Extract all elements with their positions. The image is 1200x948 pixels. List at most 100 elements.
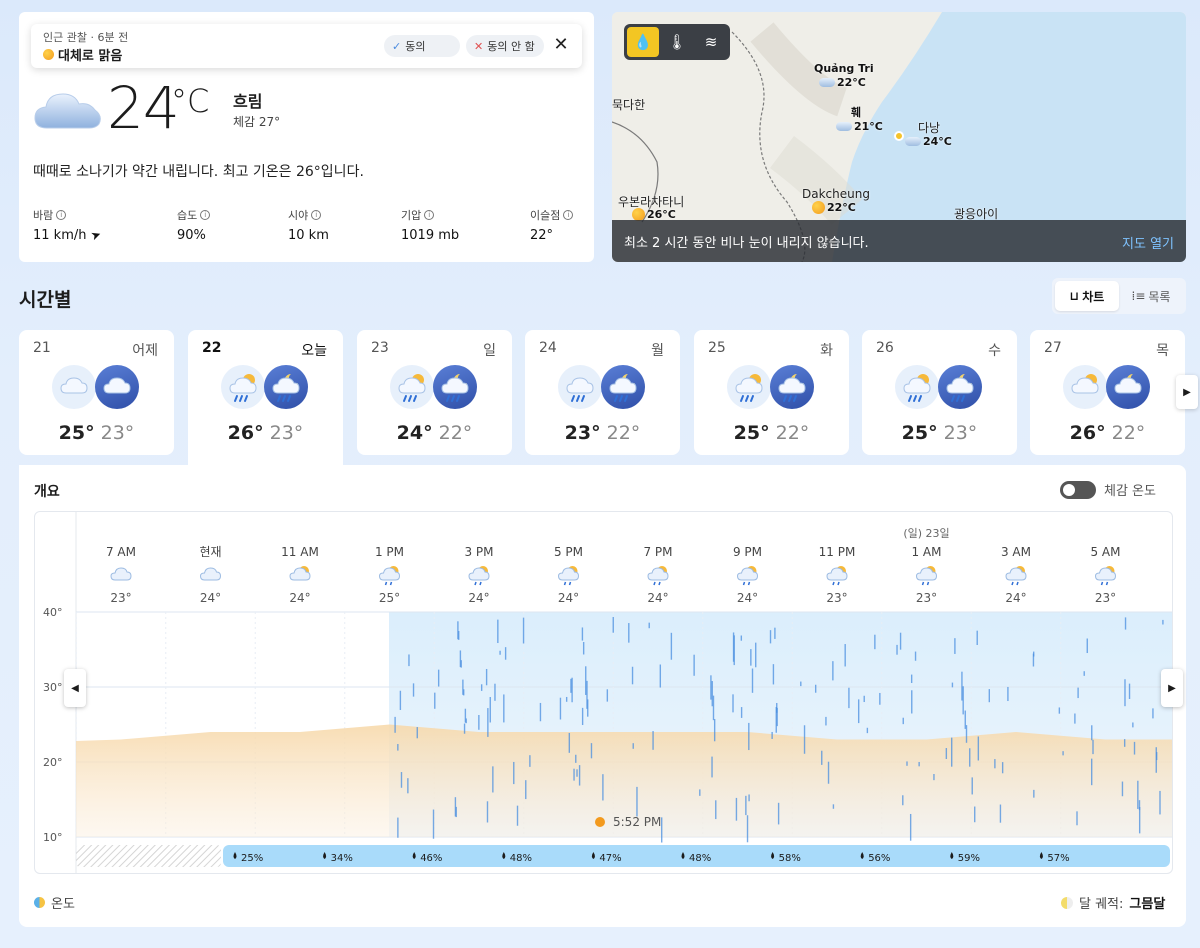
hour-temp-label: 24° [289, 591, 310, 605]
chart-frame: 40° 30° 20° 10° 7 AM 23° 현재 24° 11 AM 24° 1 PM 25° 3… [34, 511, 1173, 874]
stat-dew-point[interactable]: 이슬점 i 22° [530, 207, 574, 243]
chart-view-button[interactable]: ⊔ 차트 [1055, 281, 1119, 311]
svg-text:46%: 46% [420, 853, 442, 864]
x-tick-label: 현재 [199, 545, 221, 559]
x-icon: ✕ [474, 39, 484, 53]
y-tick-label: 20° [43, 756, 63, 769]
check-icon: ✓ [392, 39, 402, 53]
moon-rain-icon [433, 365, 477, 409]
temperature-layer-icon[interactable]: 🌡 [661, 27, 693, 57]
low-temp: 23° [943, 422, 978, 444]
stat-pressure[interactable]: 기압 i 1019 mb [401, 207, 459, 243]
map-city-label: 훼 [851, 106, 862, 119]
partly-cloudy-rain-icon [915, 566, 938, 586]
svg-text:58%: 58% [779, 853, 801, 864]
precipitation-layer-icon[interactable]: 💧 [627, 27, 659, 57]
day-card-26[interactable]: 26 수 25° 23° [862, 330, 1017, 455]
overview-title: 개요 [34, 484, 60, 500]
day-name: 수 [988, 343, 1001, 359]
sunset-time: 5:52 PM [613, 815, 661, 829]
day-card-22[interactable]: 22 오늘 26° 23° [188, 330, 343, 470]
day-number: 23 [371, 340, 389, 356]
day-temps: 25° 23° [862, 422, 1017, 444]
day-temps: 25° 23° [19, 422, 174, 444]
mostly-sunny-icon [43, 49, 54, 60]
disagree-button[interactable]: ✕ 동의 안 함 [466, 35, 544, 57]
map-city-temp: 22°C [812, 201, 856, 214]
hour-temp-label: 24° [737, 591, 758, 605]
close-icon[interactable]: ✕ [550, 34, 572, 56]
map-layer-toggle: 💧 🌡 ≋ [624, 24, 730, 60]
day-card-23[interactable]: 23 일 24° 22° [357, 330, 512, 455]
hour-temp-label: 23° [826, 591, 847, 605]
current-weather-card: 인근 관찰 · 6분 전 대체로 맑음 ✓ 동의 ✕ 동의 안 함 ✕ 24 °… [19, 12, 594, 262]
chevron-right-icon[interactable]: ▶ [1161, 669, 1183, 707]
stat-wind[interactable]: 바람 i 11 km/h ➤ [33, 207, 103, 243]
day-card-27[interactable]: 27 목 26° 22° [1030, 330, 1185, 455]
observation-toast: 인근 관찰 · 6분 전 대체로 맑음 ✓ 동의 ✕ 동의 안 함 ✕ [31, 24, 582, 68]
partly-cloudy-rain-icon [468, 566, 490, 586]
temperature-unit[interactable]: °C [171, 82, 209, 120]
partly-cloudy-rain-icon [736, 566, 759, 586]
partly-cloudy-rain-icon [647, 566, 669, 586]
high-temp: 25° [58, 422, 95, 444]
day-card-25[interactable]: 25 화 25° 22° [694, 330, 849, 455]
agree-button[interactable]: ✓ 동의 [384, 35, 460, 57]
info-icon: i [200, 210, 211, 220]
day-icons [558, 365, 645, 409]
sun-rain-icon [390, 365, 434, 409]
day-temps: 26° 23° [188, 422, 343, 444]
list-view-button[interactable]: ⁞≡ 목록 [1119, 281, 1183, 311]
weather-map[interactable]: 💧 🌡 ≋ Quảng Tri 22°C 훼 21°C 다낭 24°C 묵다한 … [612, 12, 1186, 262]
toast-subtitle: 인근 관찰 · 6분 전 [43, 31, 129, 44]
day-name: 어제 [132, 343, 158, 359]
hourly-chart: 40° 30° 20° 10° 7 AM 23° 현재 24° 11 AM 24° 1 PM 25° 3… [43, 512, 1172, 873]
x-tick-label: 11 PM [819, 545, 856, 559]
chevron-right-icon[interactable]: ▶ [1176, 375, 1198, 409]
feels-like-toggle[interactable]: 체감 온도 [1060, 480, 1156, 499]
stat-value: 11 km/h [33, 228, 87, 243]
map-city-label: 묵다한 [612, 98, 646, 112]
moon-rain-icon [264, 365, 308, 409]
day-temps: 24° 22° [357, 422, 512, 444]
feels-like-label: 체감 온도 [1104, 484, 1156, 499]
toggle-switch[interactable] [1060, 480, 1096, 499]
x-tick-label: 3 AM [1001, 545, 1031, 559]
open-map-link[interactable]: 지도 열기 [1122, 233, 1174, 252]
high-temp: 26° [1069, 422, 1106, 444]
map-city-label: 다낭 [918, 121, 941, 135]
toast-title-text: 대체로 맑음 [58, 49, 123, 64]
low-temp: 23° [269, 422, 304, 444]
hour-temp-label: 24° [468, 591, 489, 605]
list-icon: ⁞≡ [1131, 289, 1146, 303]
stat-humidity[interactable]: 습도 i 90% [177, 207, 211, 243]
cloud-icon [52, 365, 96, 409]
hour-temp-label: 24° [200, 591, 221, 605]
day-icons [727, 365, 814, 409]
day-card-21[interactable]: 21 어제 25° 23° [19, 330, 174, 455]
moon-label: 달 궤적: [1079, 897, 1124, 912]
chevron-left-icon[interactable]: ◀ [64, 669, 86, 707]
x-tick-label: 7 PM [643, 545, 672, 559]
day-number: 22 [202, 340, 222, 356]
hour-temp-label: 23° [916, 591, 937, 605]
cloudy-icon [34, 93, 101, 129]
y-tick-label: 30° [43, 681, 63, 694]
wind-layer-icon[interactable]: ≋ [695, 27, 727, 57]
moon-rain-icon [770, 365, 814, 409]
day-name: 일 [483, 343, 496, 359]
stat-visibility[interactable]: 시야 i 10 km [288, 207, 329, 243]
stat-label: 습도 [177, 209, 198, 222]
day-number: 21 [33, 340, 51, 356]
forecast-summary: 때때로 소나기가 약간 내립니다. 최고 기온은 26°입니다. [33, 164, 364, 180]
high-temp: 24° [396, 422, 433, 444]
svg-text:48%: 48% [689, 853, 711, 864]
view-toggle: ⊔ 차트 ⁞≡ 목록 [1052, 278, 1186, 314]
svg-text:56%: 56% [868, 853, 890, 864]
hour-temp-label: 24° [558, 591, 579, 605]
map-footer: 최소 2 시간 동안 비나 눈이 내리지 않습니다. 지도 열기 [612, 220, 1186, 262]
low-temp: 22° [438, 422, 473, 444]
info-icon: i [563, 210, 574, 220]
day-card-24[interactable]: 24 월 23° 22° [525, 330, 680, 455]
stat-value: 10 km [288, 228, 329, 243]
